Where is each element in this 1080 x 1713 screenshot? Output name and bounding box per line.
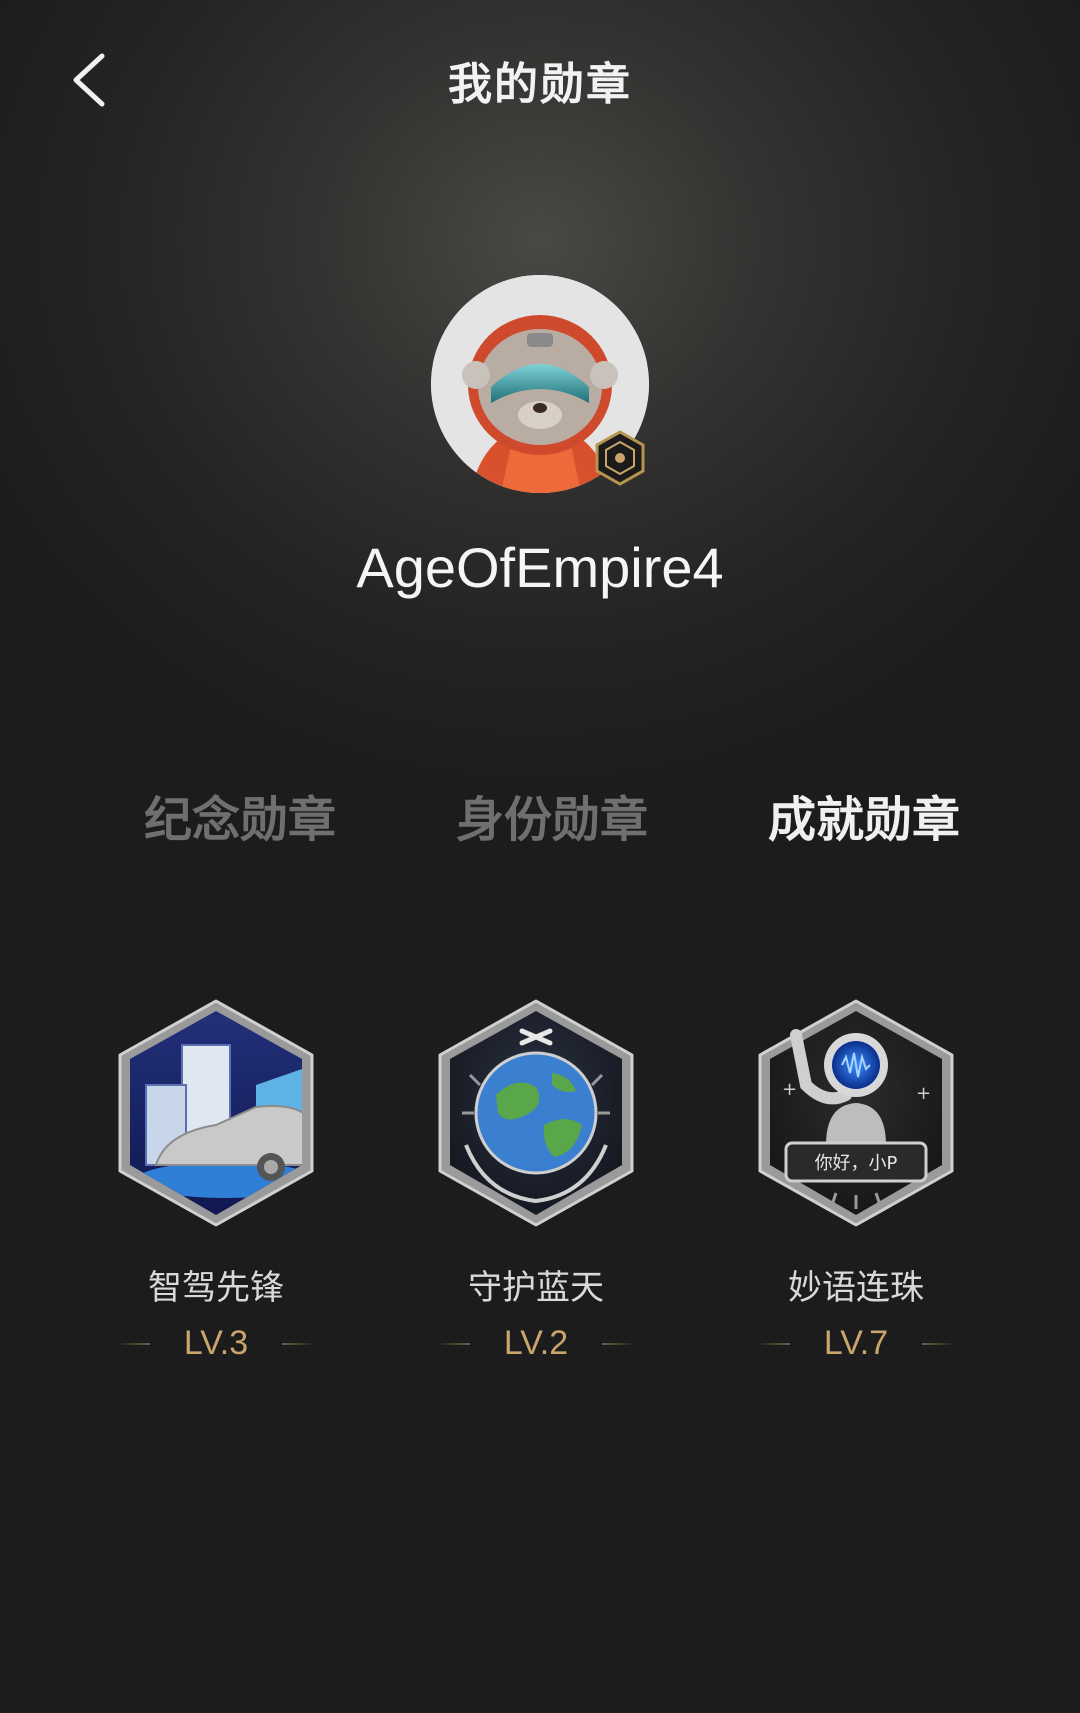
header: 我的勋章 <box>0 0 1080 160</box>
level-divider <box>922 1343 956 1345</box>
medal-level-label: LV.3 <box>183 1324 249 1362</box>
medal-name: 妙语连珠 <box>788 1268 924 1308</box>
svg-text:+: + <box>782 1079 797 1100</box>
medal-level-label: LV.2 <box>503 1324 569 1362</box>
username: AgeOfEmpire4 <box>356 536 724 599</box>
gold-hexagon-badge-icon <box>595 430 645 486</box>
medal-item[interactable]: 智驾先锋 LV.3 <box>96 995 336 1365</box>
medal-level: LV.3 <box>96 1321 336 1365</box>
tab-achievement[interactable]: 成就勋章 <box>724 780 1004 850</box>
level-divider <box>116 1343 150 1345</box>
page-title: 我的勋章 <box>448 59 632 110</box>
medal-name: 守护蓝天 <box>468 1268 604 1308</box>
level-divider <box>282 1343 316 1345</box>
medal-level: LV.2 <box>416 1321 656 1365</box>
medal-item[interactable]: 守护蓝天 LV.2 <box>416 995 656 1365</box>
avatar[interactable] <box>431 275 649 493</box>
medal-level-label: LV.7 <box>823 1324 889 1362</box>
medal-speech-text: 你好，小P <box>815 1153 898 1174</box>
earth-hands-medal-icon <box>438 999 634 1227</box>
car-city-medal-icon <box>118 999 314 1227</box>
tab-commemorative[interactable]: 纪念勋章 <box>100 780 380 850</box>
medal-level: LV.7 <box>736 1321 976 1365</box>
medal-item[interactable]: + + 你好，小P 妙语连珠 LV.7 <box>736 995 976 1365</box>
level-divider <box>756 1343 790 1345</box>
level-divider <box>602 1343 636 1345</box>
level-divider <box>436 1343 470 1345</box>
svg-text:+: + <box>916 1083 931 1104</box>
medal-tabs: 纪念勋章 身份勋章 成就勋章 <box>0 780 1080 860</box>
medal-name: 智驾先锋 <box>148 1268 284 1308</box>
robot-voice-medal-icon: + + 你好，小P <box>758 999 954 1227</box>
tab-identity[interactable]: 身份勋章 <box>412 780 692 850</box>
